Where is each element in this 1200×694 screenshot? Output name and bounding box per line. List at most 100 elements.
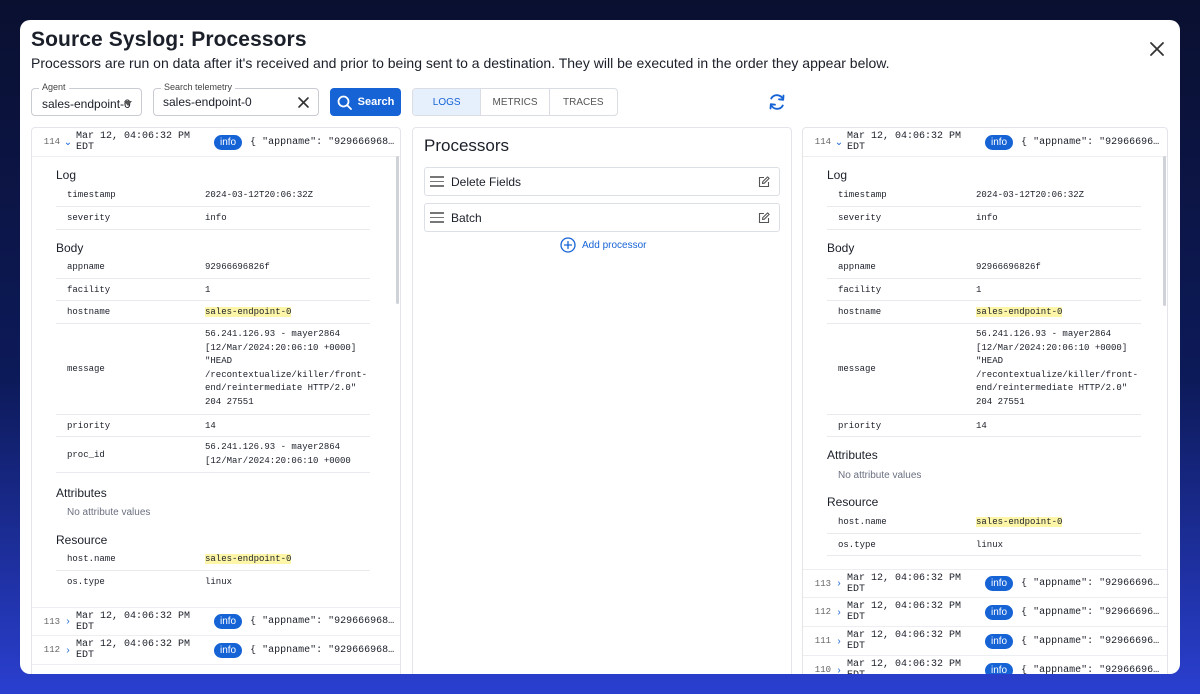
highlighted-value: sales-endpoint-0 bbox=[205, 307, 292, 317]
processor-name: Delete Fields bbox=[451, 174, 522, 189]
section-attributes: Attributes bbox=[56, 486, 107, 500]
add-processor-label: Add processor bbox=[582, 239, 647, 251]
section-resource: Resource bbox=[827, 495, 879, 509]
row-number: 114 bbox=[814, 137, 831, 147]
row-timestamp: Mar 12, 04:06:32 PM EDT bbox=[847, 131, 962, 153]
field-row: hostname sales-endpoint-0 bbox=[827, 301, 1141, 324]
severity-badge: info bbox=[214, 642, 243, 658]
section-log: Log bbox=[56, 168, 77, 182]
field-row: severity info bbox=[827, 207, 1141, 230]
log-row[interactable]: 110 › Mar 12, 04:06:32 PM EDT info { "ap… bbox=[803, 656, 1167, 674]
processors-modal: Source Syslog: Processors Processors are… bbox=[20, 20, 1180, 674]
highlighted-value: sales-endpoint-0 bbox=[976, 517, 1063, 527]
section-body: Body bbox=[827, 241, 855, 255]
field-row: timestamp 2024-03-12T20:06:32Z bbox=[56, 184, 370, 207]
field-row: host.name sales-endpoint-0 bbox=[56, 548, 370, 571]
row-body-preview: { "appname": "92966696826f", "facility":… bbox=[1021, 136, 1167, 148]
edit-icon[interactable] bbox=[758, 175, 770, 188]
drag-handle-icon[interactable] bbox=[430, 173, 444, 190]
processor-item-batch[interactable]: Batch bbox=[424, 203, 780, 232]
output-telemetry-panel[interactable]: 114 ⌄ Mar 12, 04:06:32 PM EDT info { "ap… bbox=[802, 127, 1168, 674]
search-button[interactable]: Search bbox=[330, 88, 401, 116]
close-icon[interactable] bbox=[1148, 40, 1166, 58]
row-body-preview: { "appname": "92966696826f", "facility":… bbox=[250, 136, 400, 148]
edit-icon[interactable] bbox=[758, 211, 770, 224]
chevron-down-icon bbox=[124, 101, 132, 106]
field-row: facility 1 bbox=[827, 279, 1141, 301]
scrollbar[interactable] bbox=[396, 156, 399, 304]
highlighted-value: sales-endpoint-0 bbox=[976, 307, 1063, 317]
log-row[interactable]: 112 › Mar 12, 04:06:32 PM EDT info { "ap… bbox=[803, 598, 1167, 627]
chevron-down-icon[interactable]: ⌄ bbox=[60, 137, 76, 148]
no-attributes-text: No attribute values bbox=[838, 470, 922, 481]
log-row[interactable]: 112 › Mar 12, 04:06:32 PM EDT info { "ap… bbox=[32, 636, 400, 665]
severity-badge: info bbox=[985, 662, 1014, 674]
row-timestamp: Mar 12, 04:06:32 PM EDT bbox=[76, 131, 191, 153]
search-input[interactable] bbox=[163, 95, 283, 109]
chevron-right-icon[interactable]: › bbox=[831, 607, 847, 618]
search-icon bbox=[337, 95, 352, 110]
field-row: appname 92966696826f bbox=[827, 256, 1141, 279]
field-row: os.type linux bbox=[67, 577, 233, 587]
severity-badge: info bbox=[214, 614, 243, 629]
field-row: message 56.241.126.93 - mayer2864 [12/Ma… bbox=[827, 324, 1141, 415]
processors-title: Processors bbox=[424, 136, 510, 155]
severity-badge: info bbox=[985, 604, 1014, 620]
add-processor-button[interactable]: Add processor bbox=[560, 237, 646, 253]
log-row[interactable]: 111 › Mar 12, 04:06:32 PM EDT info { "ap… bbox=[803, 627, 1167, 656]
processor-item-delete-fields[interactable]: Delete Fields bbox=[424, 167, 780, 196]
section-log: Log bbox=[827, 168, 848, 182]
section-attributes: Attributes bbox=[827, 448, 878, 462]
clear-icon[interactable] bbox=[297, 96, 310, 109]
log-row[interactable]: 113 › Mar 12, 04:06:32 PM EDT info { "ap… bbox=[32, 607, 400, 636]
severity-badge: info bbox=[985, 576, 1014, 591]
field-row: priority 14 bbox=[56, 415, 370, 437]
section-body: Body bbox=[56, 241, 84, 255]
processor-name: Batch bbox=[451, 210, 482, 225]
tab-traces[interactable]: TRACES bbox=[550, 89, 617, 115]
scrollbar[interactable] bbox=[1163, 156, 1166, 306]
search-label: Search telemetry bbox=[161, 82, 236, 92]
chevron-down-icon[interactable]: ⌄ bbox=[831, 137, 847, 148]
chevron-right-icon[interactable]: › bbox=[60, 616, 76, 627]
search-telemetry-field[interactable]: Search telemetry bbox=[153, 82, 319, 116]
agent-value: sales-endpoint-0 bbox=[42, 97, 131, 111]
search-button-label: Search bbox=[357, 96, 395, 108]
log-row[interactable]: 113 › Mar 12, 04:06:32 PM EDT info { "ap… bbox=[803, 569, 1167, 598]
section-resource: Resource bbox=[56, 533, 108, 547]
row-number: 114 bbox=[43, 137, 60, 147]
field-row: severity info bbox=[56, 207, 370, 230]
field-row: appname 92966696826f bbox=[56, 256, 370, 279]
field-row: timestamp 2024-03-12T20:06:32Z bbox=[827, 184, 1141, 207]
field-row: os.type linux bbox=[827, 534, 1141, 556]
field-row: facility 1 bbox=[56, 279, 370, 301]
field-row: proc_id 56.241.126.93 - mayer2864 [12/Ma… bbox=[56, 437, 370, 473]
page-subtitle: Processors are run on data after it's re… bbox=[31, 55, 890, 71]
field-row: host.name sales-endpoint-0 bbox=[827, 511, 1141, 534]
input-telemetry-panel[interactable]: 114 ⌄ Mar 12, 04:06:32 PM EDT info { "ap… bbox=[31, 127, 401, 674]
refresh-icon[interactable] bbox=[767, 92, 787, 112]
telemetry-tabs: LOGS METRICS TRACES bbox=[412, 88, 618, 116]
drag-handle-icon[interactable] bbox=[430, 209, 444, 226]
no-attributes-text: No attribute values bbox=[67, 507, 151, 518]
chevron-right-icon[interactable]: › bbox=[831, 665, 847, 675]
chevron-right-icon[interactable]: › bbox=[831, 636, 847, 647]
tab-logs[interactable]: LOGS bbox=[413, 89, 482, 115]
field-row: message 56.241.126.93 - mayer2864 [12/Ma… bbox=[56, 324, 370, 415]
page-title: Source Syslog: Processors bbox=[31, 28, 307, 51]
plus-circle-icon bbox=[560, 237, 576, 253]
log-row-expanded[interactable]: 114 ⌄ Mar 12, 04:06:32 PM EDT info { "ap… bbox=[803, 128, 1167, 157]
field-row: hostname sales-endpoint-0 bbox=[56, 301, 370, 324]
field-row: priority 14 bbox=[827, 415, 1141, 437]
chevron-right-icon[interactable]: › bbox=[60, 645, 76, 656]
agent-label: Agent bbox=[39, 82, 69, 92]
severity-badge: info bbox=[985, 633, 1014, 649]
tab-metrics[interactable]: METRICS bbox=[481, 89, 550, 115]
severity-badge: info bbox=[214, 134, 243, 150]
chevron-right-icon[interactable]: › bbox=[831, 578, 847, 589]
log-row-expanded[interactable]: 114 ⌄ Mar 12, 04:06:32 PM EDT info { "ap… bbox=[32, 128, 400, 157]
agent-select[interactable]: Agent sales-endpoint-0 bbox=[31, 82, 142, 116]
processors-panel: Processors Delete Fields Batch Add proce… bbox=[412, 127, 792, 674]
highlighted-value: sales-endpoint-0 bbox=[205, 554, 292, 564]
severity-badge: info bbox=[985, 134, 1014, 150]
